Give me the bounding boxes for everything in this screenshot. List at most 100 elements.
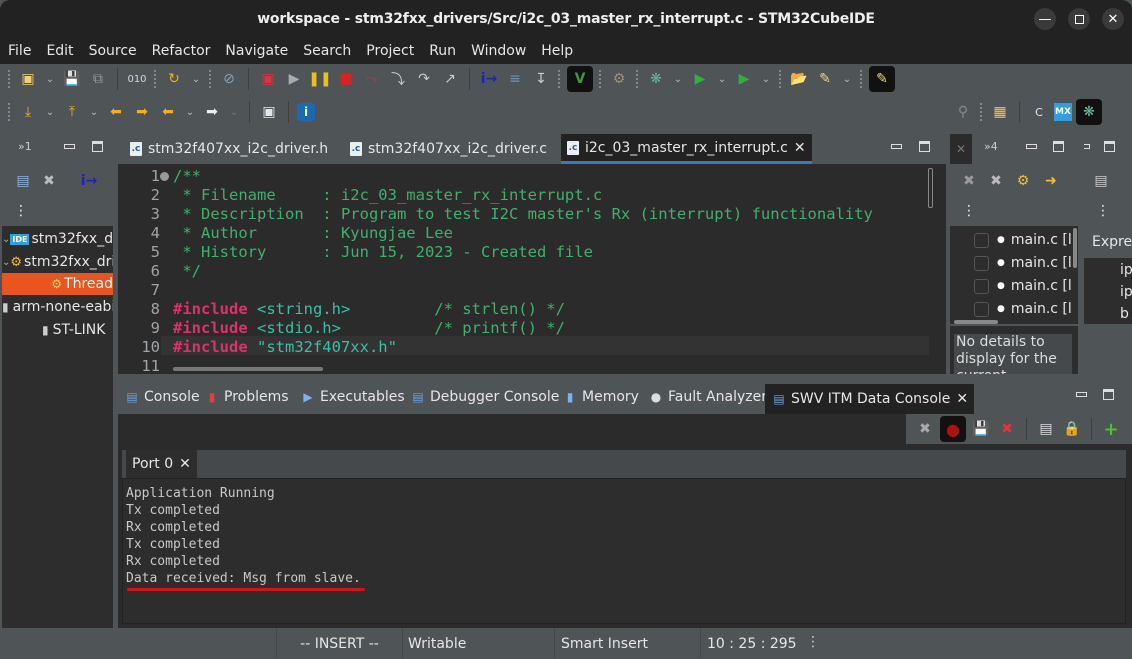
back-icon[interactable]: ⬅: [157, 101, 179, 123]
debug-icon[interactable]: ❋: [645, 68, 667, 90]
menu-navigate[interactable]: Navigate: [225, 43, 288, 59]
close-tab-icon[interactable]: ✕: [794, 140, 806, 156]
tab-console[interactable]: ▤ Console: [124, 382, 199, 412]
code-line[interactable]: * Description : Program to test I2C mast…: [173, 205, 873, 224]
view-menu-icon[interactable]: ⋮: [10, 200, 32, 222]
tab-swv-itm-data-console[interactable]: ▤ SWV ITM Data Console ✕: [765, 384, 975, 414]
menu-run[interactable]: Run: [429, 43, 456, 59]
build-binary-icon[interactable]: 010: [126, 68, 148, 90]
info-icon[interactable]: i: [297, 103, 315, 121]
vim-icon[interactable]: V: [567, 66, 593, 92]
tree-item-stlink[interactable]: ▮ ST-LINK: [2, 319, 113, 341]
link-with-debug-icon[interactable]: ⚙: [1012, 170, 1034, 192]
step-into-icon[interactable]: ⤵: [387, 68, 409, 90]
tab-fault-analyzer[interactable]: ● Fault Analyzer: [648, 382, 767, 412]
tab-executables[interactable]: ▶ Executables: [300, 382, 404, 412]
code-line[interactable]: #include "stm32f407xx.h": [173, 338, 873, 357]
minimize-view-icon[interactable]: [891, 144, 902, 149]
close-button[interactable]: ✕: [1102, 8, 1124, 30]
close-view-icon[interactable]: ✕: [950, 134, 972, 164]
menu-file[interactable]: File: [8, 43, 31, 59]
menu-edit[interactable]: Edit: [46, 43, 73, 59]
chevron-down-icon[interactable]: ⌄: [715, 68, 729, 90]
code-line[interactable]: #include <stdio.h> /* printf() */: [173, 319, 873, 338]
step-over-icon[interactable]: ↷: [413, 68, 435, 90]
minimize-view-icon[interactable]: [64, 144, 75, 149]
open-folder-icon[interactable]: 📂: [788, 68, 810, 90]
menu-source[interactable]: Source: [89, 43, 137, 59]
code-editor[interactable]: 1 2 3 4 5 6 7 8 9 10 11 /** * Filename : i2c_03_ma…: [118, 164, 946, 376]
save-all-icon[interactable]: ⧉: [87, 68, 109, 90]
chevron-down-icon[interactable]: ⌄: [189, 68, 203, 90]
menu-window[interactable]: Window: [471, 43, 526, 59]
chevron-down-icon[interactable]: ⌄: [227, 101, 241, 123]
search-icon[interactable]: ⚲: [952, 101, 974, 123]
remove-all-breakpoints-icon[interactable]: ✖: [985, 170, 1007, 192]
menu-help[interactable]: Help: [541, 43, 573, 59]
editor-tab-active[interactable]: .c i2c_03_master_rx_interrupt.c ✕: [561, 134, 812, 164]
close-tab-icon[interactable]: ✕: [956, 391, 968, 407]
close-tab-icon[interactable]: ✕: [179, 456, 191, 472]
start-trace-icon[interactable]: ●: [940, 416, 966, 442]
tab-memory[interactable]: ▮ Memory: [562, 382, 639, 412]
open-perspective-icon[interactable]: ▣: [258, 101, 280, 123]
menu-search[interactable]: Search: [303, 43, 351, 59]
code-content[interactable]: /** * Filename : i2c_03_master_rx_interr…: [173, 167, 873, 376]
checkbox[interactable]: [974, 278, 989, 294]
minimize-view-icon[interactable]: [1026, 144, 1037, 149]
checkbox[interactable]: [974, 255, 989, 271]
disconnect-icon[interactable]: ⤳: [361, 68, 383, 90]
remove-terminated-icon[interactable]: ✖: [38, 170, 60, 192]
clear-icon[interactable]: ✖: [996, 418, 1018, 440]
code-line[interactable]: */: [173, 262, 873, 281]
maximize-view-icon[interactable]: [92, 141, 103, 152]
column-header[interactable]: Expression: [1092, 234, 1132, 250]
breakpoint-item[interactable]: ● main.c [line: 4]: [974, 298, 1072, 320]
code-line[interactable]: * Filename : i2c_03_master_rx_interrupt.…: [173, 186, 873, 205]
expression-row[interactable]: ip: [1120, 284, 1132, 300]
import-breakpoints-icon[interactable]: ➜: [1040, 170, 1062, 192]
editor-tab[interactable]: .c stm32f407xx_i2c_driver.c: [344, 134, 553, 164]
step-return-icon[interactable]: ↗: [439, 68, 461, 90]
brush-icon[interactable]: ✎: [814, 68, 836, 90]
vertical-scrollbar[interactable]: [928, 168, 933, 208]
tree-item-thread[interactable]: ⚙ Thread: [2, 273, 113, 295]
build-icon[interactable]: ↻: [163, 68, 185, 90]
chevron-down-icon[interactable]: ⌄: [2, 257, 10, 268]
view-overflow-tab[interactable]: »1: [18, 140, 32, 153]
debug-perspective-icon[interactable]: ❋: [1076, 99, 1102, 125]
chevron-down-icon[interactable]: ⌄: [183, 101, 197, 123]
maximize-button[interactable]: [1068, 8, 1090, 30]
maximize-view-icon[interactable]: [1053, 141, 1064, 152]
restart-icon[interactable]: ↧: [530, 68, 552, 90]
remove-breakpoint-icon[interactable]: ✖: [958, 170, 980, 192]
view-menu-icon[interactable]: ⋮: [1092, 200, 1114, 222]
checkbox[interactable]: [974, 301, 989, 317]
expression-row[interactable]: b: [1120, 306, 1129, 322]
chevron-down-icon[interactable]: ⌄: [2, 234, 10, 245]
instruction-stepping-icon[interactable]: i→: [78, 170, 100, 192]
chevron-down-icon[interactable]: ⌄: [671, 68, 685, 90]
expression-row[interactable]: ip: [1120, 262, 1132, 278]
minimize-view-icon[interactable]: [1076, 392, 1087, 397]
c-cpp-perspective-icon[interactable]: C: [1028, 101, 1050, 123]
new-icon[interactable]: ▣: [17, 68, 39, 90]
maximize-view-icon[interactable]: [1104, 141, 1115, 152]
highlighter-icon[interactable]: ✎: [869, 66, 895, 92]
menu-refactor[interactable]: Refactor: [152, 43, 211, 59]
horizontal-scrollbar[interactable]: [954, 320, 998, 324]
code-line[interactable]: [173, 281, 873, 300]
prev-annotation-icon[interactable]: ⤒: [61, 101, 83, 123]
maximize-view-icon[interactable]: [1103, 389, 1114, 400]
console-output[interactable]: Application Running Tx completed Rx comple…: [122, 478, 1126, 624]
external-tools-icon[interactable]: ▶: [733, 68, 755, 90]
tree-item-launch[interactable]: ⌄ ⚙ stm32fxx_drivers: [2, 251, 113, 273]
last-edit-icon[interactable]: ⬅: [105, 101, 127, 123]
terminate-icon[interactable]: ■: [335, 68, 357, 90]
open-perspective-icon[interactable]: ▦: [989, 101, 1011, 123]
collapse-all-icon[interactable]: ▤: [12, 170, 34, 192]
code-line[interactable]: #include <string.h> /* strlen() */: [173, 300, 873, 319]
horizontal-scrollbar[interactable]: [173, 367, 323, 371]
view-menu-icon[interactable]: ⋮: [958, 200, 980, 222]
breakpoint-item[interactable]: ● main.c [line: 2]: [974, 252, 1072, 274]
